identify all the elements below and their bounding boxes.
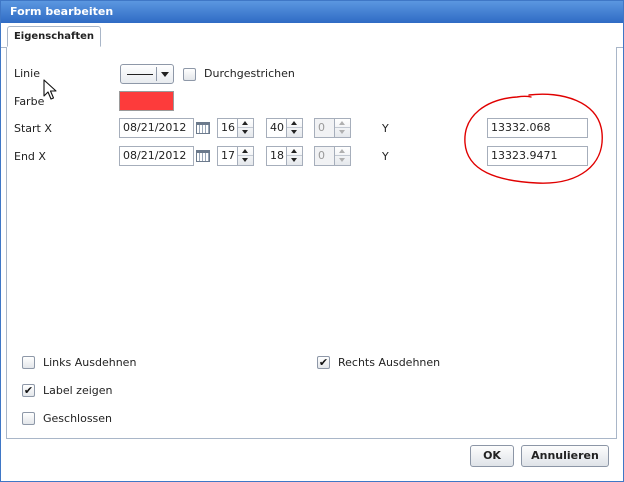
start-hour-spinner[interactable]: 16 [217, 118, 254, 138]
end-minute-value: 18 [270, 149, 284, 162]
spinner-divider [335, 155, 350, 156]
label-zeigen-label: Label zeigen [43, 384, 113, 397]
spinner-buttons [334, 147, 350, 165]
chevron-down-icon [161, 72, 169, 77]
checkmark-icon: ✔ [318, 356, 329, 369]
end-y-label: Y [382, 150, 389, 163]
spinner-divider [287, 155, 302, 156]
durchgestrichen-checkbox[interactable] [183, 68, 196, 81]
arrow-down-icon [339, 130, 345, 134]
label-zeigen-checkbox[interactable]: ✔ [22, 384, 35, 397]
start-hour-value: 16 [221, 121, 235, 134]
start-date-input[interactable]: 08/21/2012 [119, 118, 194, 138]
start-second-value: 0 [318, 121, 325, 134]
start-minute-value: 40 [270, 121, 284, 134]
arrow-up-icon[interactable] [242, 121, 248, 125]
end-second-value: 0 [318, 149, 325, 162]
durchgestrichen-label: Durchgestrichen [204, 67, 295, 80]
dialog-title: Form bearbeiten [10, 5, 114, 18]
calendar-icon[interactable] [196, 150, 210, 162]
start-y-label: Y [382, 122, 389, 135]
checkmark-icon: ✔ [23, 384, 34, 397]
tab-strip: Eigenschaften [1, 23, 623, 48]
end-second-spinner: 0 [314, 146, 351, 166]
dialog-footer: OK Annulieren [1, 439, 623, 481]
farbe-label: Farbe [14, 95, 45, 108]
spinner-buttons[interactable] [237, 119, 253, 137]
links-ausdehnen-checkbox[interactable] [22, 356, 35, 369]
arrow-up-icon [339, 121, 345, 125]
arrow-down-icon[interactable] [242, 130, 248, 134]
spinner-buttons[interactable] [237, 147, 253, 165]
arrow-up-icon [339, 149, 345, 153]
spinner-divider [335, 127, 350, 128]
arrow-down-icon [339, 158, 345, 162]
arrow-down-icon[interactable] [291, 158, 297, 162]
end-date-input[interactable]: 08/21/2012 [119, 146, 194, 166]
rechts-ausdehnen-checkbox[interactable]: ✔ [317, 356, 330, 369]
links-ausdehnen-label: Links Ausdehnen [43, 356, 137, 369]
arrow-up-icon[interactable] [242, 149, 248, 153]
end-hour-value: 17 [221, 149, 235, 162]
calendar-icon[interactable] [196, 122, 210, 134]
linie-label: Linie [14, 67, 40, 80]
spinner-divider [287, 127, 302, 128]
line-style-select[interactable] [120, 64, 174, 84]
dialog-titlebar[interactable]: Form bearbeiten [1, 1, 623, 23]
spinner-buttons[interactable] [286, 119, 302, 137]
mouse-cursor-icon [43, 79, 57, 100]
end-minute-spinner[interactable]: 18 [266, 146, 303, 166]
dialog: Form bearbeiten Eigenschaften Linie Durc… [0, 0, 624, 482]
spinner-buttons[interactable] [286, 147, 302, 165]
spinner-divider [238, 155, 253, 156]
end-hour-spinner[interactable]: 17 [217, 146, 254, 166]
start-x-label: Start X [14, 122, 52, 135]
arrow-up-icon[interactable] [291, 121, 297, 125]
geschlossen-label: Geschlossen [43, 412, 113, 425]
tab-eigenschaften[interactable]: Eigenschaften [7, 26, 101, 47]
rechts-ausdehnen-label: Rechts Ausdehnen [338, 356, 441, 369]
geschlossen-checkbox[interactable] [22, 412, 35, 425]
end-x-label: End X [14, 150, 46, 163]
spinner-divider [238, 127, 253, 128]
start-minute-spinner[interactable]: 40 [266, 118, 303, 138]
arrow-up-icon[interactable] [291, 149, 297, 153]
arrow-down-icon[interactable] [242, 158, 248, 162]
cancel-button[interactable]: Annulieren [521, 445, 609, 467]
spinner-buttons [334, 119, 350, 137]
red-circle-annotation [464, 93, 603, 184]
ok-button[interactable]: OK [470, 445, 514, 467]
line-style-preview [127, 74, 153, 75]
start-second-spinner: 0 [314, 118, 351, 138]
color-picker[interactable] [119, 91, 174, 111]
select-separator [156, 67, 157, 81]
arrow-down-icon[interactable] [291, 130, 297, 134]
